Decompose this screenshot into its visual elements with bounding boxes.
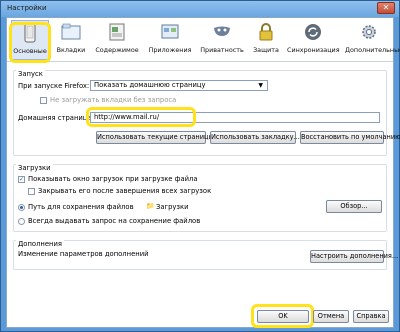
folder-name: Загрузки [156, 203, 189, 211]
highlight-ok [251, 304, 314, 328]
always-ask-radio[interactable] [18, 218, 25, 225]
tab-label: Защита [253, 46, 279, 54]
no-load-tabs-checkbox[interactable] [40, 97, 47, 104]
window-title: Настройки [7, 4, 47, 12]
tab-applications[interactable]: Приложения [147, 20, 193, 60]
tab-label: Вкладки [56, 46, 86, 54]
lock-icon [256, 22, 276, 42]
restore-default-button[interactable]: Восстановить по умолчанию [300, 131, 400, 144]
tab-label: Приватность [200, 46, 244, 54]
tab-tabs[interactable]: Вкладки [55, 20, 87, 60]
save-path-label: Путь для сохранения файлов [28, 203, 134, 211]
cancel-button[interactable]: Отмена [313, 310, 349, 323]
show-downloads-window-label: Показывать окно загрузок при загрузке фа… [28, 175, 198, 183]
dialog-client: Основные Вкладки Содержимое Приложения П… [6, 17, 400, 328]
tab-security[interactable]: Защита [251, 20, 281, 60]
no-load-tabs-label: Не загружать вкладки без запроса [50, 96, 177, 104]
close-when-done-checkbox[interactable] [28, 188, 35, 195]
browse-button[interactable]: Обзор... [326, 200, 382, 213]
on-start-label: При запуске Firefox: [18, 82, 90, 90]
on-start-value: Показать домашнюю страницу [94, 81, 206, 89]
help-button[interactable]: Справка [353, 310, 389, 323]
downloads-group: Загрузки ✓ Показывать окно загрузок при … [13, 164, 387, 232]
always-ask-label: Всегда выдавать запрос на сохранение фай… [28, 217, 201, 225]
homepage-label: Домашняя страница: [18, 114, 94, 122]
save-path-radio[interactable] [18, 204, 25, 211]
addons-group: Дополнения Изменение параметров дополнен… [13, 240, 398, 270]
show-downloads-window-checkbox[interactable]: ✓ [18, 176, 25, 183]
tab-label: Содержимое [95, 46, 139, 54]
privacy-mask-icon [212, 22, 232, 42]
gear-icon [359, 22, 379, 42]
configure-addons-button[interactable]: Настроить дополнения... [310, 250, 398, 263]
tab-label: Дополнительные [345, 46, 400, 54]
tab-sync[interactable]: Синхронизация [287, 20, 340, 60]
tab-label: Синхронизация [287, 46, 340, 54]
applications-icon [160, 22, 180, 42]
dropdown-arrow-icon: ▼ [258, 82, 263, 89]
addons-group-title: Дополнения [16, 240, 64, 248]
use-current-pages-button[interactable]: Использовать текущие страницы [96, 131, 214, 144]
sync-icon [303, 22, 323, 42]
close-button[interactable]: ✕ [377, 2, 395, 14]
addons-description: Изменение параметров дополнений [18, 250, 149, 258]
close-when-done-label: Закрывать его после завершения всех загр… [38, 187, 212, 195]
title-bar: Настройки ✕ [1, 1, 399, 17]
category-toolbar: Основные Вкладки Содержимое Приложения П… [7, 18, 400, 62]
startup-group-title: Запуск [16, 70, 45, 78]
settings-window: Настройки ✕ Основные Вкладки Содержимое … [0, 0, 400, 332]
folder-icon: 📁 [146, 202, 155, 210]
content-icon [107, 22, 127, 42]
on-start-select[interactable]: Показать домашнюю страницу ▼ [90, 80, 268, 91]
highlight-general-tab [9, 22, 51, 63]
tab-advanced[interactable]: Дополнительные [345, 20, 400, 60]
startup-group: Запуск При запуске Firefox: Показать дом… [13, 70, 400, 156]
tab-content[interactable]: Содержимое [95, 20, 139, 60]
tab-privacy[interactable]: Приватность [199, 20, 245, 60]
downloads-group-title: Загрузки [16, 164, 53, 172]
highlight-homepage [86, 107, 196, 127]
use-bookmark-button[interactable]: Использовать закладку... [210, 131, 300, 144]
tabs-icon [61, 22, 81, 42]
tab-label: Приложения [148, 46, 192, 54]
